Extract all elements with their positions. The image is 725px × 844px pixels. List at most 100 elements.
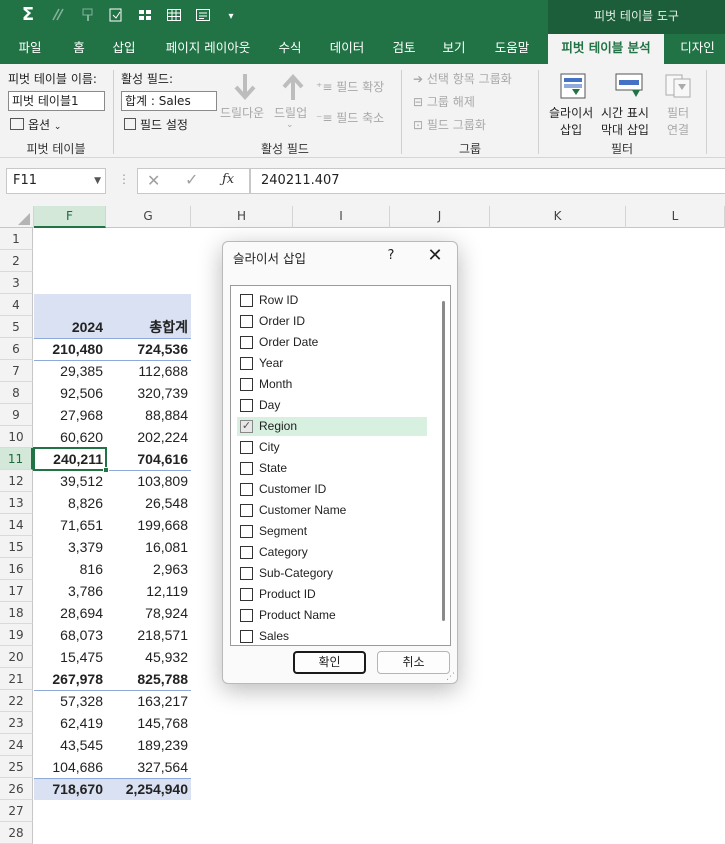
field-checkbox[interactable] <box>240 357 253 370</box>
field-item[interactable]: Order ID <box>237 312 427 331</box>
pivot-cell-f[interactable]: 3,786 <box>34 580 106 602</box>
pivot-cell-g[interactable]: 163,217 <box>106 690 191 712</box>
pivot-cell-f[interactable]: 68,073 <box>34 624 106 646</box>
field-item[interactable]: Month <box>237 375 427 394</box>
select-all-corner[interactable] <box>0 206 34 228</box>
field-item[interactable]: Segment <box>237 522 427 541</box>
row-header[interactable]: 27 <box>0 800 33 822</box>
row-header[interactable]: 2 <box>0 250 33 272</box>
pivot-cell-f[interactable]: 57,328 <box>34 690 106 712</box>
tab-help[interactable]: 도움말 <box>486 34 538 64</box>
pivot-cell-f[interactable]: 3,379 <box>34 536 106 558</box>
column-header-k[interactable]: K <box>490 206 626 228</box>
pivot-cell-f[interactable]: 43,545 <box>34 734 106 756</box>
tab-page-layout[interactable]: 페이지 레이아웃 <box>152 34 264 64</box>
field-item[interactable]: Year <box>237 354 427 373</box>
drill-down-button[interactable]: 드릴다운 <box>220 104 264 121</box>
field-item[interactable]: ✓ Region <box>237 417 427 436</box>
pivot-cell-g[interactable]: 189,239 <box>106 734 191 756</box>
field-item[interactable]: Product ID <box>237 585 427 604</box>
row-header[interactable]: 9 <box>0 404 33 426</box>
field-item[interactable]: Row ID <box>237 291 427 310</box>
pivot-cell-f[interactable]: 71,651 <box>34 514 106 536</box>
row-header[interactable]: 22 <box>0 690 33 712</box>
help-icon[interactable]: ? <box>381 246 401 266</box>
row-header[interactable]: 19 <box>0 624 33 646</box>
pivot-cell-g[interactable]: 724,536 <box>106 338 191 360</box>
autosum-icon[interactable]: Σ <box>17 5 39 25</box>
row-header[interactable]: 8 <box>0 382 33 404</box>
field-checkbox[interactable] <box>240 546 253 559</box>
clear-format-icon[interactable] <box>47 7 69 28</box>
row-header[interactable]: 17 <box>0 580 33 602</box>
pivot-cell-f[interactable]: 29,385 <box>34 360 106 382</box>
row-header[interactable]: 5 <box>0 316 33 338</box>
formula-input[interactable]: 240211.407 <box>250 168 725 194</box>
field-checkbox[interactable] <box>240 399 253 412</box>
field-item[interactable]: Product Name <box>237 606 427 625</box>
row-header[interactable]: 14 <box>0 514 33 536</box>
chevron-down-icon[interactable]: ▼ <box>94 169 101 193</box>
column-header-l[interactable]: L <box>626 206 725 228</box>
column-header-g[interactable]: G <box>106 206 191 228</box>
pivot-cell-f[interactable]: 104,686 <box>34 756 106 778</box>
field-item[interactable]: City <box>237 438 427 457</box>
pivot-cell-g[interactable]: 45,932 <box>106 646 191 668</box>
pivot-cell-g[interactable]: 112,688 <box>106 360 191 382</box>
pivot-cell-f[interactable]: 816 <box>34 558 106 580</box>
pivot-cell-g[interactable]: 202,224 <box>106 426 191 448</box>
pivot-cell-g[interactable]: 26,548 <box>106 492 191 514</box>
field-checkbox[interactable]: ✓ <box>240 420 253 433</box>
pivot-cell-f[interactable]: 8,826 <box>34 492 106 514</box>
pivot-cell-g[interactable]: 2,963 <box>106 558 191 580</box>
field-checkbox[interactable] <box>240 336 253 349</box>
filter-connections-button[interactable]: 필터 연결 <box>667 104 689 138</box>
row-header[interactable]: 12 <box>0 470 33 492</box>
row-header[interactable]: 10 <box>0 426 33 448</box>
pivot-cell-g[interactable]: 78,924 <box>106 602 191 624</box>
group-selection-button[interactable]: ➔ 선택 항목 그룹화 <box>413 70 512 87</box>
field-checkbox[interactable] <box>240 315 253 328</box>
active-field-input[interactable]: 합계 : Sales <box>121 91 217 111</box>
row-header[interactable]: 7 <box>0 360 33 382</box>
group-field-button[interactable]: ⊡ 필드 그룹화 <box>413 116 486 133</box>
field-checkbox[interactable] <box>240 462 253 475</box>
tab-formulas[interactable]: 수식 <box>270 34 310 64</box>
tab-home[interactable]: 홈 <box>62 34 96 64</box>
field-checkbox[interactable] <box>240 525 253 538</box>
pivot-cell-g[interactable]: 16,081 <box>106 536 191 558</box>
pivot-cell-g[interactable]: 825,788 <box>106 668 191 690</box>
pivot-cell-g[interactable]: 2,254,940 <box>106 778 191 800</box>
column-header-j[interactable]: J <box>390 206 490 228</box>
pivot-cell-f[interactable]: 39,512 <box>34 470 106 492</box>
field-checkbox[interactable] <box>240 567 253 580</box>
tab-insert[interactable]: 삽입 <box>104 34 144 64</box>
field-checkbox[interactable] <box>240 294 253 307</box>
pivot-cell-g[interactable]: 199,668 <box>106 514 191 536</box>
insert-timeline-button[interactable]: 시간 표시 막대 삽입 <box>601 104 649 138</box>
insert-function-icon[interactable]: ƒx <box>222 172 234 187</box>
scrollbar[interactable] <box>442 301 445 621</box>
row-header[interactable]: 3 <box>0 272 33 294</box>
row-header[interactable]: 11 <box>0 448 33 470</box>
tab-file[interactable]: 파일 <box>10 34 50 64</box>
field-item[interactable]: Sub-Category <box>237 564 427 583</box>
ok-button[interactable]: 확인 <box>293 651 366 674</box>
more-options-icon[interactable]: ⋮ <box>118 172 130 186</box>
pivot-header-year[interactable]: 2024 <box>34 316 106 338</box>
field-checkbox[interactable] <box>240 483 253 496</box>
pivot-cell-g[interactable]: 218,571 <box>106 624 191 646</box>
row-header[interactable]: 28 <box>0 822 33 844</box>
row-header[interactable]: 16 <box>0 558 33 580</box>
enter-icon[interactable]: ✓ <box>185 170 198 189</box>
ungroup-button[interactable]: ⊟ 그룹 해제 <box>413 93 475 110</box>
pivot-cell-f[interactable]: 267,978 <box>34 668 106 690</box>
field-checkbox[interactable] <box>240 588 253 601</box>
field-item[interactable]: State <box>237 459 427 478</box>
field-checkbox[interactable] <box>240 441 253 454</box>
pivot-cell-f[interactable]: 60,620 <box>34 426 106 448</box>
field-item[interactable]: Customer ID <box>237 480 427 499</box>
column-header-i[interactable]: I <box>293 206 390 228</box>
field-checkbox[interactable] <box>240 609 253 622</box>
row-header[interactable]: 21 <box>0 668 33 690</box>
